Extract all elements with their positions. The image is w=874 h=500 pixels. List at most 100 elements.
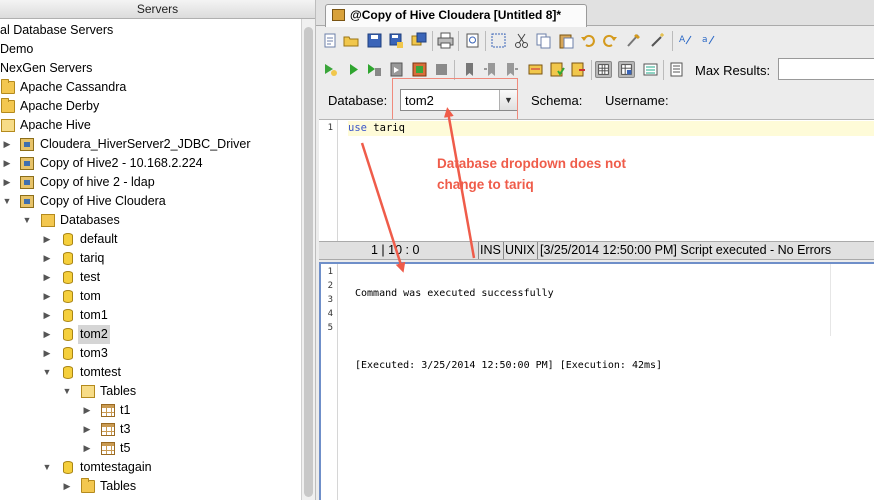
- toolbar-separator: [454, 60, 455, 80]
- bookmark-icon[interactable]: [461, 61, 478, 78]
- database-icon: [63, 328, 73, 341]
- sql-keyword: use: [348, 122, 367, 134]
- database-label: Database:: [328, 93, 388, 108]
- annotation-line: change to tariq: [437, 177, 534, 192]
- editor-current-line[interactable]: use tariq: [348, 121, 874, 136]
- collapse-arrow-icon[interactable]: ▼: [22, 211, 32, 230]
- tree-item-label: t3: [120, 422, 131, 436]
- previous-bookmark-icon[interactable]: [482, 61, 499, 78]
- results-panel-toggle-icon[interactable]: [618, 61, 635, 78]
- properties-icon[interactable]: [464, 32, 481, 49]
- toolbar-separator: [672, 31, 673, 51]
- tree-scrollbar[interactable]: [301, 19, 315, 500]
- paste-icon[interactable]: [558, 32, 575, 49]
- tree-item-label: tomtestagain: [80, 460, 152, 474]
- save-all-icon[interactable]: [411, 32, 428, 49]
- next-bookmark-icon[interactable]: [503, 61, 520, 78]
- execute-current-icon[interactable]: [366, 61, 383, 78]
- editor-tab-bar: @Copy of Hive Cloudera [Untitled 8]*: [316, 0, 874, 27]
- open-folder-icon[interactable]: [343, 32, 360, 49]
- collapse-arrow-icon[interactable]: ▼: [42, 458, 52, 477]
- expand-arrow-icon[interactable]: ▶: [82, 401, 92, 420]
- line-ending-mode: UNIX: [505, 243, 535, 257]
- expand-arrow-icon[interactable]: ▶: [42, 287, 52, 306]
- tree-item-label: tom3: [80, 346, 108, 360]
- execute-explain-icon[interactable]: [322, 61, 339, 78]
- commit-icon[interactable]: [549, 61, 566, 78]
- server-connection-icon: [20, 138, 34, 151]
- database-icon: [63, 347, 73, 360]
- lowercase-icon[interactable]: a: [701, 32, 718, 49]
- database-icon: [63, 461, 73, 474]
- output-line: Command was executed successfully: [355, 288, 554, 299]
- wand-icon[interactable]: [649, 32, 666, 49]
- expand-arrow-icon[interactable]: ▶: [2, 173, 12, 192]
- new-file-icon[interactable]: [322, 32, 339, 49]
- expand-arrow-icon[interactable]: ▶: [82, 420, 92, 439]
- status-divider: [537, 242, 538, 259]
- expand-arrow-icon[interactable]: ▶: [42, 344, 52, 363]
- stop-icon[interactable]: [433, 61, 450, 78]
- uppercase-icon[interactable]: A: [678, 32, 695, 49]
- select-all-icon[interactable]: [490, 32, 507, 49]
- username-label: Username:: [605, 93, 669, 108]
- editor-tab[interactable]: @Copy of Hive Cloudera [Untitled 8]*: [325, 4, 587, 27]
- expand-arrow-icon[interactable]: ▶: [42, 249, 52, 268]
- expand-arrow-icon[interactable]: ▶: [42, 230, 52, 249]
- format-sql-icon[interactable]: [625, 32, 642, 49]
- tree-item-label: Apache Cassandra: [20, 80, 127, 94]
- tree-item-label: Apache Derby: [20, 99, 100, 113]
- editor-status-bar: 1 | 10 : 0 INS UNIX [3/25/2014 12:50:00 …: [319, 241, 874, 260]
- execute-file-icon[interactable]: [388, 61, 405, 78]
- table-icon: [101, 442, 115, 455]
- execute-batch-icon[interactable]: [411, 61, 428, 78]
- cut-icon[interactable]: [513, 32, 530, 49]
- expand-arrow-icon[interactable]: ▶: [42, 268, 52, 287]
- print-icon[interactable]: [437, 32, 454, 49]
- expand-arrow-icon[interactable]: ▶: [2, 135, 12, 154]
- table-icon: [101, 404, 115, 417]
- expand-arrow-icon[interactable]: ▶: [62, 477, 72, 496]
- copy-icon[interactable]: [535, 32, 552, 49]
- results-grid-toggle-icon[interactable]: [595, 61, 612, 78]
- collapse-arrow-icon[interactable]: ▼: [62, 382, 72, 401]
- redo-icon[interactable]: [601, 32, 618, 49]
- save-icon[interactable]: [366, 32, 383, 49]
- open-folder-icon: [81, 385, 95, 398]
- server-connection-icon: [20, 176, 34, 189]
- output-margin-rule: [830, 264, 831, 336]
- execute-icon[interactable]: [345, 61, 362, 78]
- annotation-callout: Database dropdown does not change to tar…: [437, 153, 626, 195]
- status-divider: [503, 242, 504, 259]
- undo-icon[interactable]: [580, 32, 597, 49]
- tree-item-label: t5: [120, 441, 131, 455]
- sql-editor-panel: @Copy of Hive Cloudera [Untitled 8]* A a…: [316, 0, 874, 500]
- save-as-icon[interactable]: [388, 32, 405, 49]
- collapse-arrow-icon[interactable]: ▼: [42, 363, 52, 382]
- svg-text:a: a: [702, 35, 708, 45]
- database-icon: [63, 233, 73, 246]
- servers-panel-title: Servers: [0, 0, 315, 19]
- limit-results-icon[interactable]: [642, 61, 659, 78]
- expand-arrow-icon[interactable]: ▶: [2, 154, 12, 173]
- auto-commit-icon[interactable]: [527, 61, 544, 78]
- tree-scrollbar-thumb[interactable]: [304, 27, 313, 497]
- tree-item-label: Copy of Hive Cloudera: [40, 194, 166, 208]
- cursor-position: 1 | 10 : 0: [371, 243, 420, 257]
- expand-arrow-icon[interactable]: ▶: [42, 306, 52, 325]
- sql-editor-icon: [332, 9, 345, 21]
- folder-icon: [1, 79, 15, 94]
- max-results-icon[interactable]: [668, 61, 685, 78]
- collapse-arrow-icon[interactable]: ▼: [2, 192, 12, 211]
- max-results-input[interactable]: [778, 58, 874, 80]
- expand-arrow-icon[interactable]: ▶: [42, 325, 52, 344]
- expand-arrow-icon[interactable]: ▶: [82, 439, 92, 458]
- tree-item-label: default: [80, 232, 118, 246]
- tree-item-label: Copy of Hive2 - 10.168.2.224: [40, 156, 203, 170]
- tree-item-label: tom2: [78, 325, 110, 344]
- output-panel[interactable]: 1 2 3 4 5 Command was executed successfu…: [319, 262, 874, 500]
- tree-item-label: Cloudera_HiverServer2_JDBC_Driver: [40, 137, 251, 151]
- rollback-icon[interactable]: [570, 61, 587, 78]
- folder-icon: [1, 98, 15, 113]
